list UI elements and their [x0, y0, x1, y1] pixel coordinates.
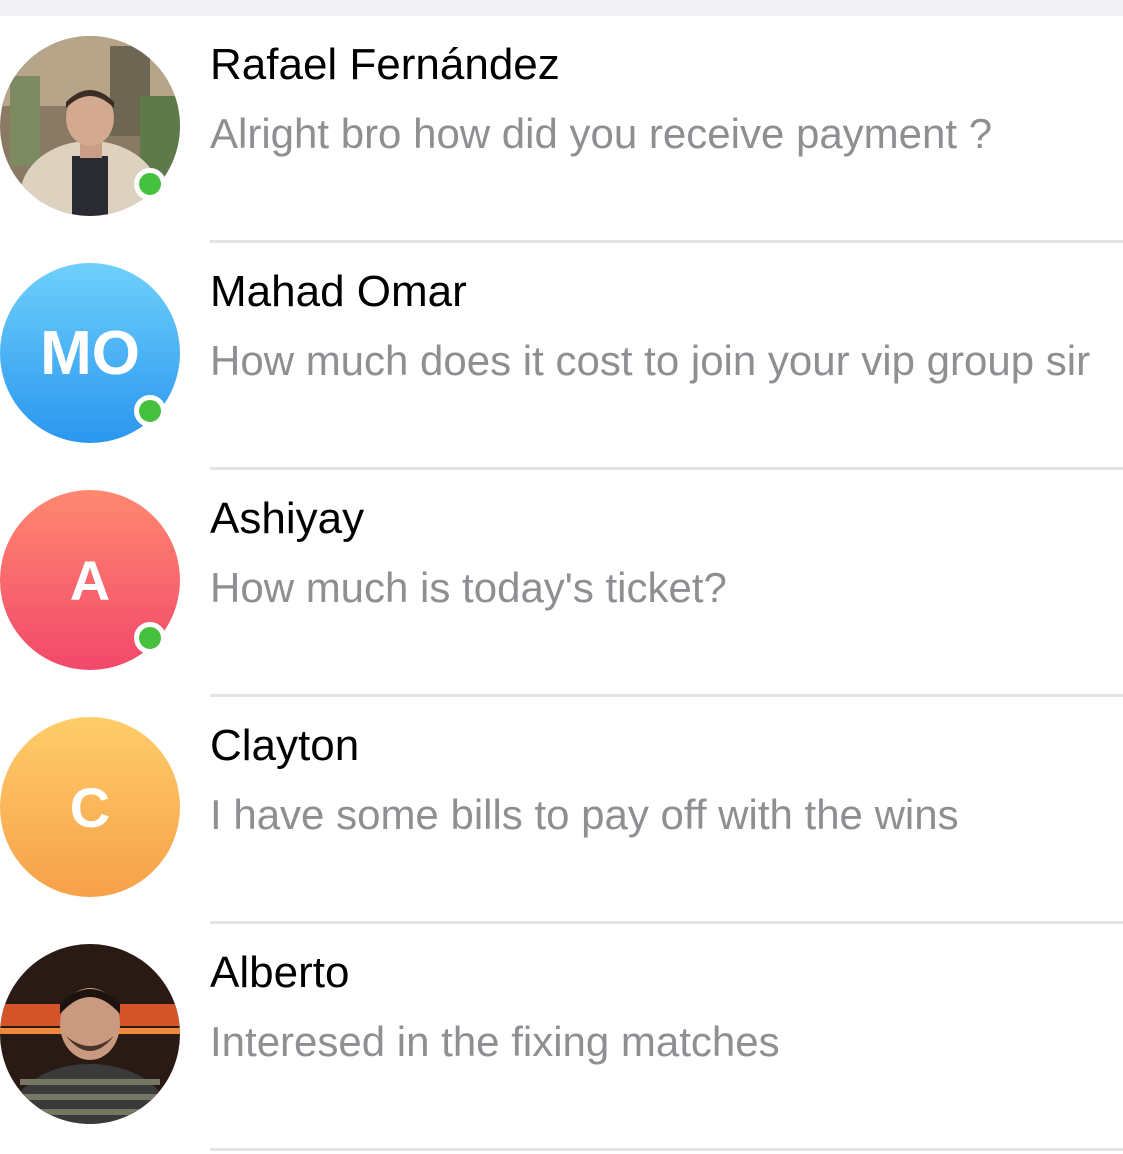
contact-name: Clayton	[210, 721, 360, 770]
chat-list: Rafael Fernández Alright bro how did you…	[0, 16, 1123, 1151]
message-preview: I have some bills to pay off with the wi…	[210, 791, 959, 838]
chat-row[interactable]: Alberto Interesed in the fixing matches	[0, 924, 1123, 1151]
chat-row[interactable]: C Clayton I have some bills to pay off w…	[0, 697, 1123, 924]
avatar	[0, 944, 180, 1124]
avatar-initials: MO	[40, 318, 140, 388]
message-preview: Interesed in the fixing matches	[210, 1018, 780, 1065]
avatar-initials: C	[69, 775, 111, 839]
contact-name: Mahad Omar	[210, 267, 467, 316]
online-indicator	[134, 395, 166, 427]
message-preview: How much is today's ticket?	[210, 564, 727, 611]
chat-row[interactable]: MO Mahad Omar How much does it cost to j…	[0, 243, 1123, 470]
contact-name: Rafael Fernández	[210, 40, 560, 89]
top-bar	[0, 0, 1123, 16]
message-preview: How much does it cost to join your vip g…	[210, 337, 1091, 384]
chat-row[interactable]: Rafael Fernández Alright bro how did you…	[0, 16, 1123, 243]
contact-name: Ashiyay	[210, 494, 365, 543]
row-separator	[210, 1148, 1123, 1151]
online-indicator	[134, 622, 166, 654]
online-indicator	[134, 168, 166, 200]
chat-row[interactable]: A Ashiyay How much is today's ticket?	[0, 470, 1123, 697]
person-photo-icon	[0, 944, 180, 1124]
avatar-initials: A	[69, 548, 111, 612]
message-preview: Alright bro how did you receive payment …	[210, 110, 993, 157]
contact-name: Alberto	[210, 948, 350, 997]
avatar: C	[0, 717, 180, 897]
